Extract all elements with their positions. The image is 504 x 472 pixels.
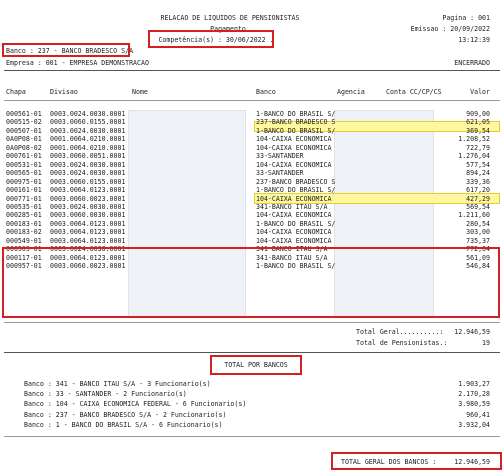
bank-summary-item: Banco : 33 - SANTANDER - 2 Funcionario(s… (0, 390, 504, 399)
total-pensionistas-value: 19 (482, 339, 490, 347)
bank-summary-label: Banco : 341 - BANCO ITAU S/A - 3 Funcion… (24, 380, 211, 388)
report-subtitle: Pagamento. (210, 25, 250, 33)
total-pensionistas-label: Total de Pensionistas.: (356, 339, 448, 347)
divider (4, 70, 500, 71)
emission-date: Emissao : 20/09/2022 (410, 25, 490, 33)
bank-summary-item: Banco : 341 - BANCO ITAU S/A - 3 Funcion… (0, 380, 504, 389)
bank-summary-label: Banco : 33 - SANTANDER - 2 Funcionario(s… (24, 390, 187, 399)
bank-summary-item: Banco : 1 - BANCO DO BRASIL S/A - 6 Func… (0, 421, 504, 430)
bank-summary-label: Banco : 104 - CAIXA ECONOMICA FEDERAL - … (24, 400, 247, 409)
cell-chapa: 000957-01 (6, 262, 42, 271)
table-row: 000957-01 0003.0060.0023.0001 1-BANCO DO B… (0, 262, 504, 271)
emission-time: 13:12:39 (458, 36, 490, 44)
col-conta: Conta CC/CP/CS (386, 88, 442, 96)
bank-summary-title: TOTAL POR BANCOS (224, 361, 288, 369)
report-title: RELACAO DE LIQUIDOS DE PENSIONISTAS (160, 14, 300, 22)
bank-summary-value: 3.980,59 (458, 400, 490, 409)
rows-divider (4, 322, 500, 323)
page-number: Pagina : 001 (442, 14, 490, 22)
summary-divider (4, 436, 500, 437)
bank-summary-value: 1.903,27 (458, 380, 490, 388)
bank-summary-item: Banco : 237 - BANCO BRADESCO S/A - 2 Fun… (0, 411, 504, 420)
bank-summary-label: Banco : 237 - BANCO BRADESCO S/A - 2 Fun… (24, 410, 227, 419)
header-divider (4, 100, 500, 101)
col-banco: Banco (256, 88, 276, 96)
bank-summary-item: Banco : 104 - CAIXA ECONOMICA FEDERAL - … (0, 400, 504, 409)
bank-summary-value: 3.932,04 (458, 420, 490, 429)
competencia-label: Competência(s) : 30/06/2022 . (158, 36, 274, 44)
total-geral-label: Total Geral..........: (356, 328, 444, 336)
bank-filter: Banco : 237 - BANCO BRADESCO S/A (6, 47, 134, 55)
cell-banco: 1-BANCO DO BRASIL S/ (256, 262, 336, 271)
table-header: Chapa Divisao Nome Banco Agencia Conta C… (0, 88, 504, 97)
col-valor: Valor (470, 88, 490, 96)
cell-valor: 546,84 (466, 262, 490, 271)
grand-total-label: TOTAL GERAL DOS BANCOS : (341, 458, 437, 466)
bank-summary-value: 2.170,28 (458, 390, 490, 399)
totals-divider (4, 352, 500, 353)
bank-summary-value: 960,41 (466, 410, 490, 419)
status-label: ENCERRADO (454, 59, 490, 67)
col-agencia: Agencia (337, 88, 365, 96)
col-chapa: Chapa (6, 88, 26, 96)
bank-summary-label: Banco : 1 - BANCO DO BRASIL S/A - 6 Func… (24, 420, 223, 429)
cell-divisao: 0003.0060.0023.0001 (50, 262, 126, 271)
total-geral-value: 12.946,59 (454, 328, 490, 336)
col-nome: Nome (132, 88, 148, 96)
company-filter: Empresa : 001 - EMPRESA DEMONSTRACAO (6, 59, 149, 67)
col-divisao: Divisao (50, 88, 78, 96)
grand-total-value: 12.946,59 (454, 458, 490, 466)
